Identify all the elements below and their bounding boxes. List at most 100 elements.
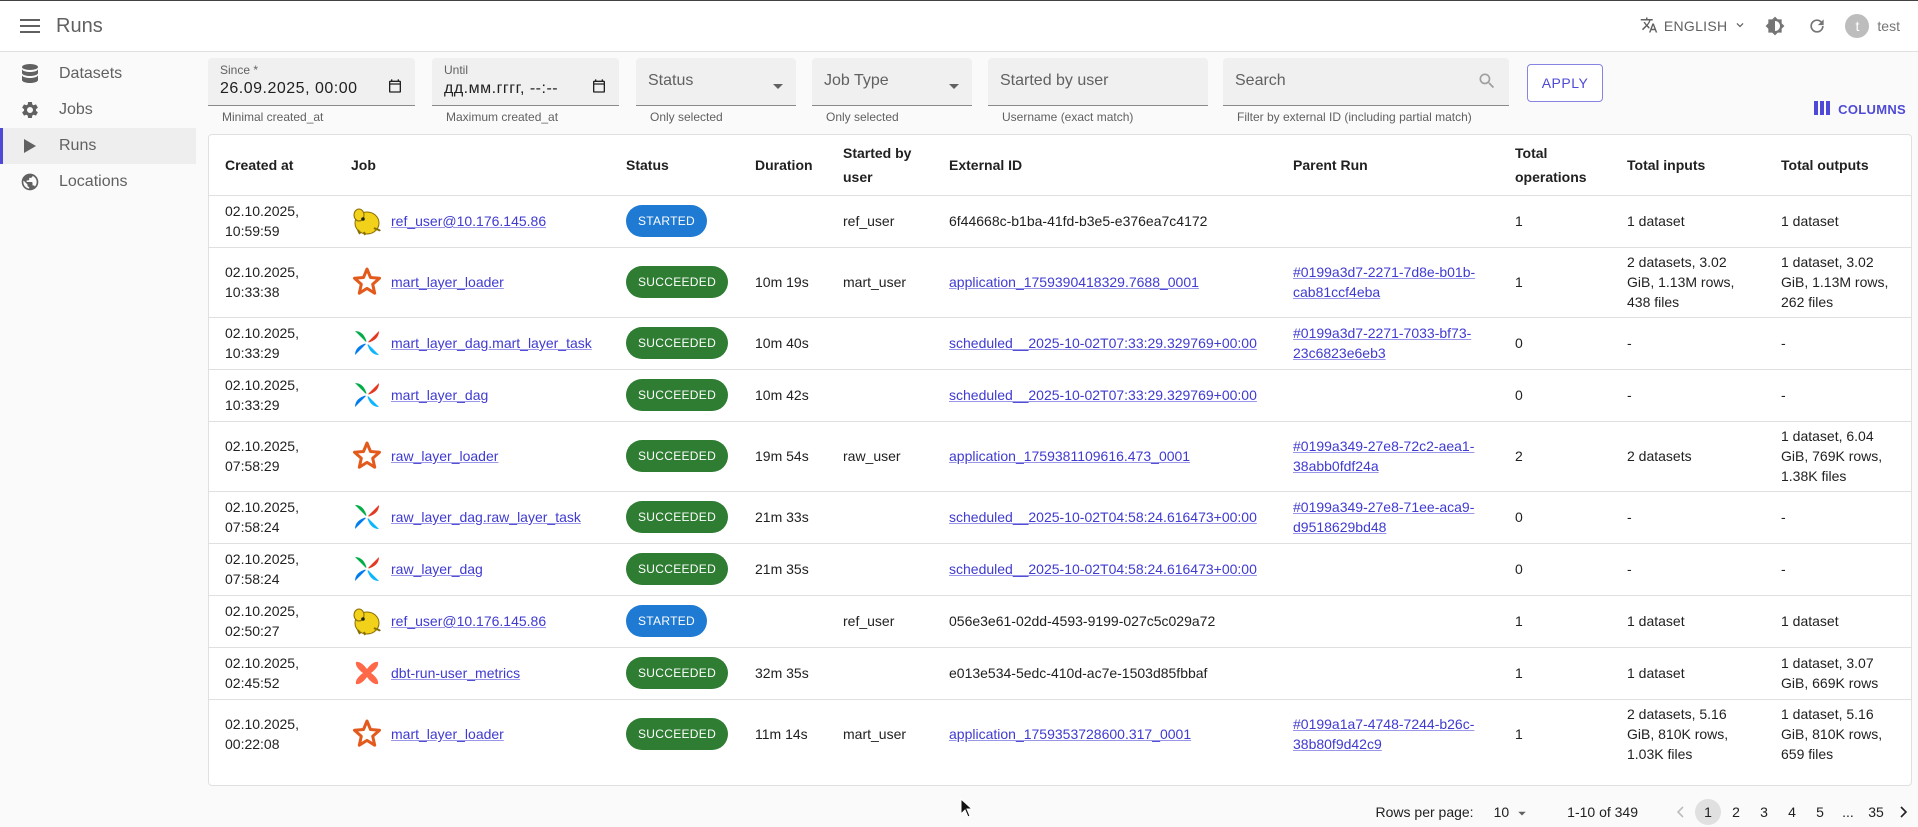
page-button[interactable]: 1 — [1695, 799, 1721, 825]
column-header[interactable]: Job — [335, 135, 610, 196]
external-id-link[interactable]: scheduled__2025-10-02T04:58:24.616473+00… — [949, 509, 1257, 525]
page-button[interactable]: 5 — [1807, 799, 1833, 825]
theme-toggle-icon[interactable] — [1761, 12, 1789, 40]
external-id-link[interactable]: scheduled__2025-10-02T07:33:29.329769+00… — [949, 335, 1257, 351]
language-selector[interactable]: ENGLISH — [1640, 16, 1748, 37]
sidebar-item-label: Locations — [59, 173, 128, 190]
external-id-cell: application_1759381109616.473_0001 — [933, 421, 1277, 492]
job-link[interactable]: mart_layer_loader — [391, 272, 504, 292]
parent-run-link[interactable]: #0199a1a7-4748-7244-b26c-38b80f9d42c9 — [1293, 716, 1474, 752]
search-input[interactable]: Search — [1223, 58, 1509, 106]
external-id-link[interactable]: application_1759381109616.473_0001 — [949, 448, 1190, 464]
job-link[interactable]: raw_layer_dag — [391, 559, 483, 579]
total-operations-cell: 1 — [1499, 647, 1611, 700]
column-header[interactable]: Created at — [209, 135, 335, 196]
user-menu[interactable]: t test — [1845, 14, 1900, 38]
external-id-link[interactable]: application_1759353728600.317_0001 — [949, 726, 1191, 742]
column-header[interactable]: Total outputs — [1765, 135, 1911, 196]
column-header[interactable]: Duration — [739, 135, 827, 196]
sidebar-item-datasets[interactable]: Datasets — [0, 56, 196, 92]
total-operations-cell: 1 — [1499, 247, 1611, 318]
column-header[interactable]: External ID — [933, 135, 1277, 196]
caret-down-icon — [1517, 804, 1527, 820]
external-id-cell: scheduled__2025-10-02T07:33:29.329769+00… — [933, 317, 1277, 370]
status-select[interactable]: Status — [636, 58, 796, 106]
page-range: 1-10 of 349 — [1567, 804, 1638, 820]
job-link[interactable]: mart_layer_dag.mart_layer_task — [391, 333, 592, 353]
refresh-icon[interactable] — [1803, 12, 1831, 40]
job-link[interactable]: ref_user@10.176.145.86 — [391, 611, 546, 631]
table-row[interactable]: 02.10.2025, 10:33:38 mart_layer_loader S… — [209, 247, 1911, 318]
created-at-cell: 02.10.2025, 02:50:27 — [209, 595, 335, 648]
external-id-link[interactable]: scheduled__2025-10-02T04:58:24.616473+00… — [949, 561, 1257, 577]
page-button[interactable]: 2 — [1723, 799, 1749, 825]
since-field[interactable]: Since * 26.09.2025, 00:00 — [208, 58, 415, 106]
table-row[interactable]: 02.10.2025, 10:59:59 ref_user@10.176.145… — [209, 195, 1911, 248]
table-row[interactable]: 02.10.2025, 10:33:29 mart_layer_dag SUCC… — [209, 369, 1911, 422]
external-id-link[interactable]: application_1759390418329.7688_0001 — [949, 274, 1199, 290]
page-button[interactable]: 4 — [1779, 799, 1805, 825]
total-outputs-cell: - — [1765, 543, 1911, 596]
table-row[interactable]: 02.10.2025, 02:50:27 ref_user@10.176.145… — [209, 595, 1911, 648]
column-header[interactable]: Parent Run — [1277, 135, 1499, 196]
parent-run-link[interactable]: #0199a3d7-2271-7d8e-b01b-cab81ccf4eba — [1293, 264, 1475, 300]
total-outputs-cell: 1 dataset, 5.16 GiB, 810K rows, 659 file… — [1781, 706, 1883, 763]
status-cell: SUCCEEDED — [610, 421, 739, 492]
column-header[interactable]: Started by user — [827, 135, 933, 196]
rows-per-page-select[interactable]: 10 — [1494, 804, 1528, 820]
status-badge: STARTED — [626, 205, 707, 237]
job-link[interactable]: mart_layer_loader — [391, 724, 504, 744]
total-operations-cell: 1 — [1499, 195, 1611, 248]
parent-run-link[interactable]: #0199a349-27e8-71ee-aca9-d9518629bd48 — [1293, 499, 1474, 535]
sidebar-item-locations[interactable]: Locations — [0, 164, 196, 200]
calendar-icon[interactable] — [387, 78, 403, 99]
until-label: Until — [444, 63, 469, 77]
parent-run-cell — [1277, 647, 1499, 700]
job-link[interactable]: ref_user@10.176.145.86 — [391, 211, 546, 231]
page-title: Runs — [56, 14, 103, 37]
created-at-cell: 02.10.2025, 00:22:08 — [225, 716, 299, 753]
job-type-select[interactable]: Job Type — [812, 58, 972, 106]
table-row[interactable]: 02.10.2025, 02:45:52 dbt-run-user_metric… — [209, 647, 1911, 700]
sidebar-item-runs[interactable]: Runs — [0, 128, 196, 164]
column-header[interactable]: Total inputs — [1611, 135, 1765, 196]
parent-run-cell — [1277, 543, 1499, 596]
job-type-placeholder: Job Type — [824, 72, 889, 89]
since-value: 26.09.2025, 00:00 — [220, 80, 358, 97]
until-field[interactable]: Until дд.мм.гггг, --:-- — [432, 58, 619, 106]
external-id-link[interactable]: scheduled__2025-10-02T07:33:29.329769+00… — [949, 387, 1257, 403]
sidebar-item-jobs[interactable]: Jobs — [0, 92, 196, 128]
rows-per-page-label: Rows per page: — [1375, 804, 1474, 820]
columns-button[interactable]: COLUMNS — [1814, 101, 1906, 118]
job-link[interactable]: raw_layer_dag.raw_layer_task — [391, 507, 581, 527]
calendar-icon[interactable] — [591, 78, 607, 99]
column-header[interactable]: Status — [610, 135, 739, 196]
caret-down-icon — [948, 78, 960, 96]
status-badge: SUCCEEDED — [626, 501, 729, 533]
started-by-input[interactable]: Started by user — [988, 58, 1208, 106]
table-row[interactable]: 02.10.2025, 07:58:29 raw_layer_loader SU… — [209, 421, 1911, 492]
since-helper: Minimal created_at — [222, 110, 324, 124]
total-inputs-cell: 1 dataset — [1611, 647, 1765, 700]
parent-run-link[interactable]: #0199a349-27e8-72c2-aea1-38abb0fdf24a — [1293, 438, 1474, 474]
table-row[interactable]: 02.10.2025, 07:58:24 raw_layer_dag.raw_l… — [209, 491, 1911, 544]
spark-icon — [351, 718, 383, 750]
next-page-icon[interactable] — [1891, 799, 1917, 825]
total-operations-cell: 0 — [1499, 369, 1611, 422]
job-link[interactable]: mart_layer_dag — [391, 385, 488, 405]
total-inputs-cell: - — [1611, 491, 1765, 544]
external-id-cell: 6f44668c-b1ba-41fd-b3e5-e376ea7c4172 — [933, 195, 1277, 248]
prev-page-icon[interactable] — [1667, 799, 1693, 825]
apply-button[interactable]: APPLY — [1527, 64, 1603, 102]
column-header[interactable]: Total operations — [1499, 135, 1611, 196]
page-button[interactable]: 3 — [1751, 799, 1777, 825]
table-row[interactable]: 02.10.2025, 00:22:08 mart_layer_loader S… — [209, 699, 1911, 769]
page-button[interactable]: 35 — [1863, 799, 1889, 825]
job-link[interactable]: raw_layer_loader — [391, 446, 498, 466]
duration-cell: 10m 19s — [739, 247, 827, 318]
parent-run-link[interactable]: #0199a3d7-2271-7033-bf73-23c6823e6eb3 — [1293, 325, 1471, 361]
job-link[interactable]: dbt-run-user_metrics — [391, 663, 520, 683]
table-row[interactable]: 02.10.2025, 10:33:29 mart_layer_dag.mart… — [209, 317, 1911, 370]
menu-icon[interactable] — [16, 12, 44, 40]
table-row[interactable]: 02.10.2025, 07:58:24 raw_layer_dag SUCCE… — [209, 543, 1911, 596]
